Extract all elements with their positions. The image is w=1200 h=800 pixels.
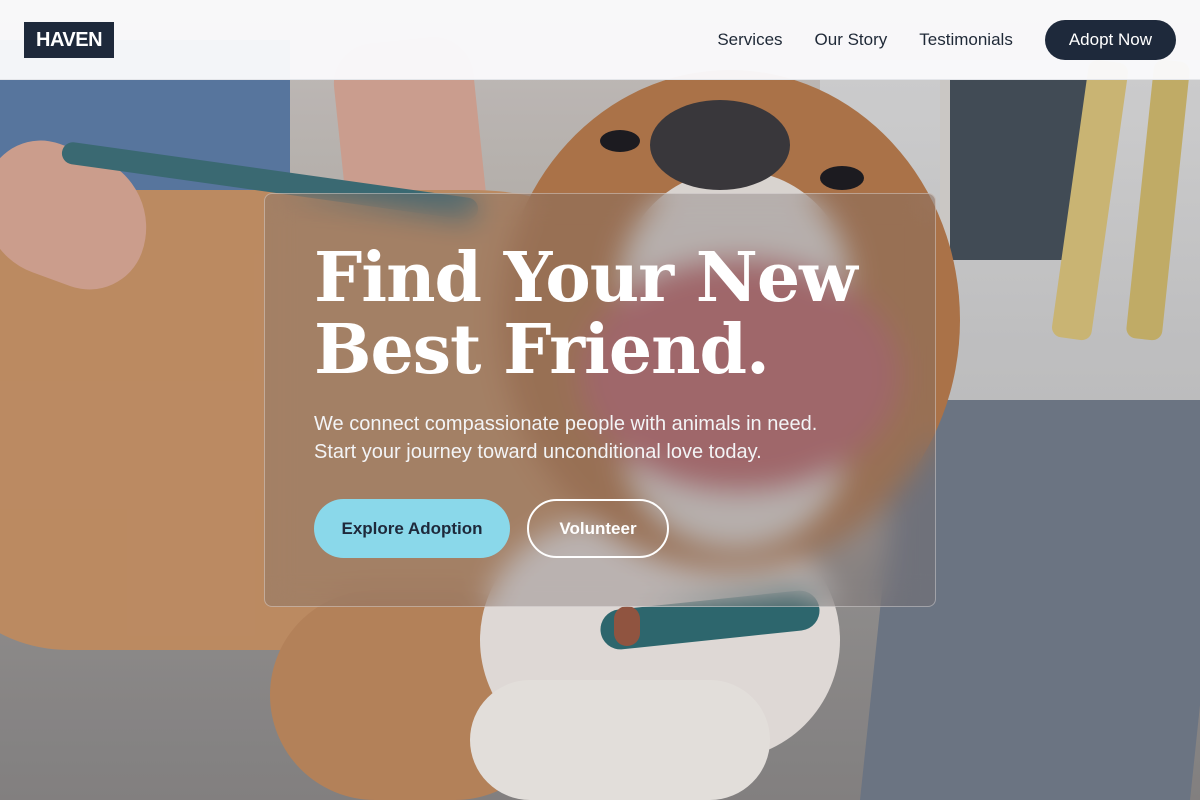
site-logo[interactable]: HAVEN [24,22,115,58]
hero-title-line-2: Best Friend. [314,310,770,390]
nav-link-testimonials[interactable]: Testimonials [919,20,1013,60]
adopt-now-button[interactable]: Adopt Now [1044,20,1176,60]
hero-title: Find Your New Best Friend. [314,238,858,390]
main-nav: Services Our Story Testimonials Adopt No… [717,20,1176,60]
explore-adoption-button[interactable]: Explore Adoption [314,499,510,558]
nav-link-services[interactable]: Services [717,20,782,60]
hero-card: Find Your New Best Friend. We connect co… [264,193,936,607]
hero-subtitle-line-1: We connect compassionate people with ani… [314,413,818,435]
hero-title-line-1: Find Your New [314,238,858,318]
hero-subtitle-line-2: Start your journey toward unconditional … [314,441,762,463]
site-header: HAVEN Services Our Story Testimonials Ad… [0,0,1200,80]
hero-subtitle: We connect compassionate people with ani… [314,410,874,466]
nav-link-our-story[interactable]: Our Story [815,20,888,60]
volunteer-button[interactable]: Volunteer [527,499,669,558]
